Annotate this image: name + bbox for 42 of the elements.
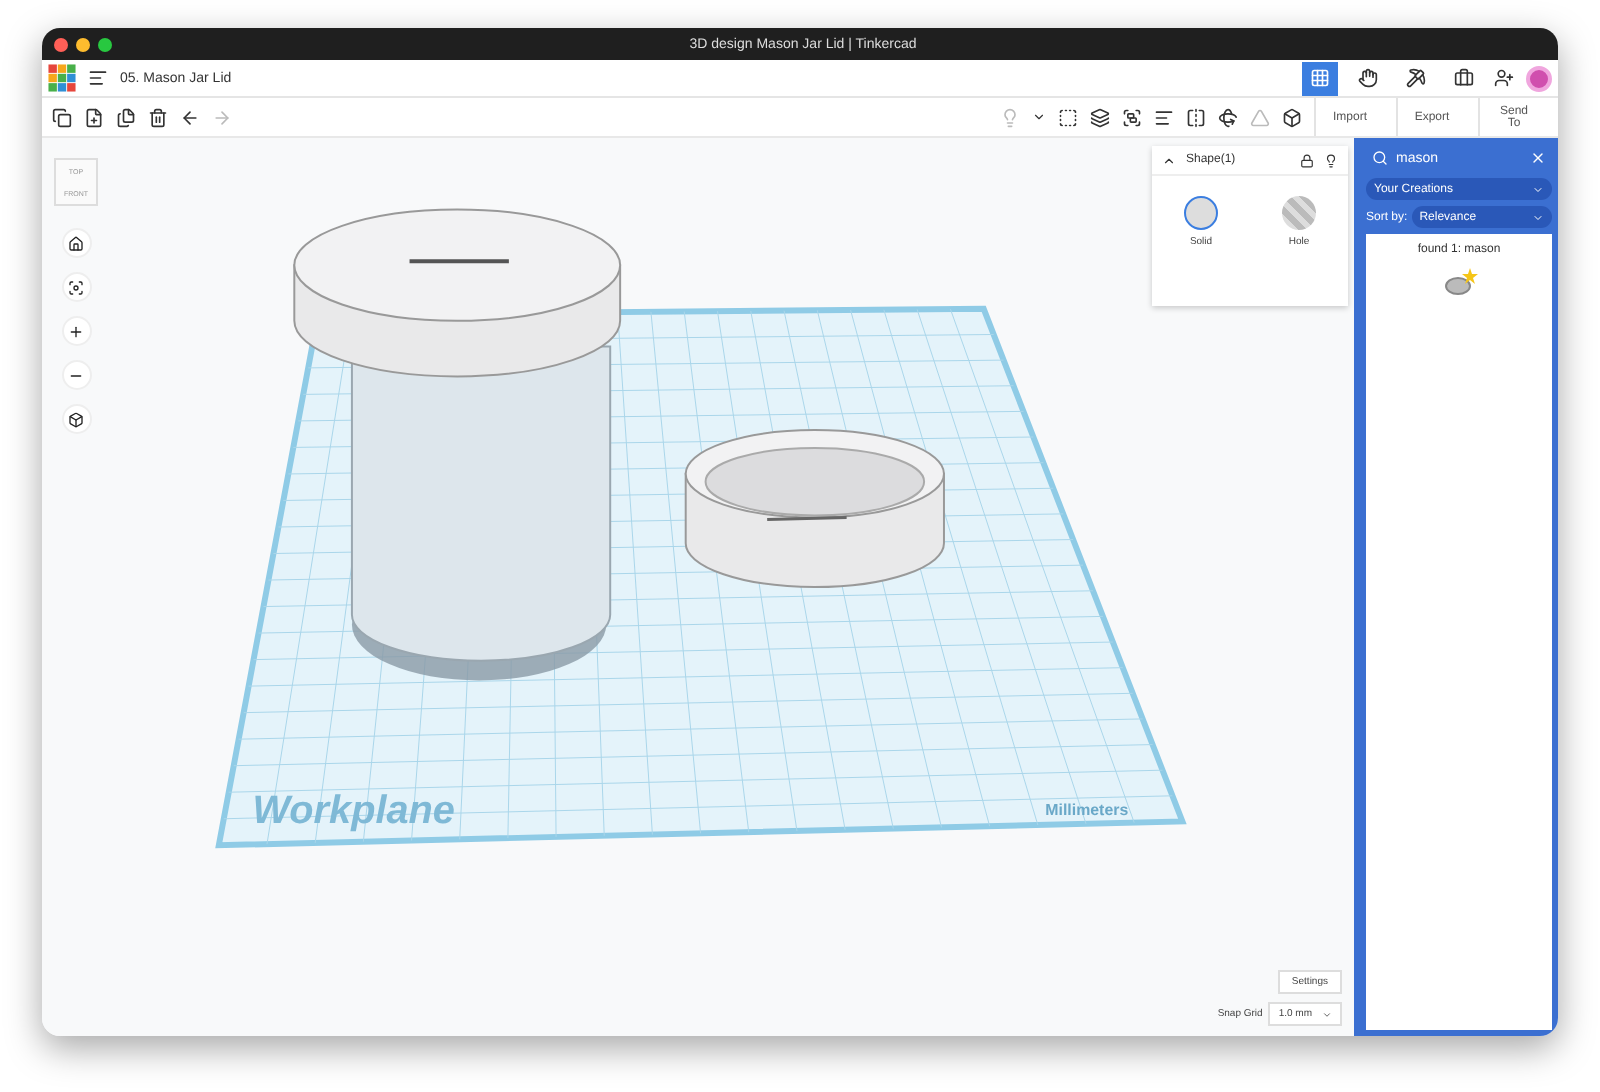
avatar[interactable] (1526, 65, 1552, 91)
collapse-icon[interactable] (1162, 153, 1176, 167)
lid-thumbnail-icon[interactable] (1441, 266, 1477, 298)
fit-view-button[interactable] (61, 272, 91, 302)
zoom-in-button[interactable] (61, 316, 91, 346)
duplicate-icon[interactable] (116, 107, 136, 127)
cube-icon (68, 411, 84, 427)
focus-icon (68, 279, 84, 295)
grid-icon (1310, 68, 1330, 88)
align-icon[interactable] (1154, 107, 1174, 127)
workplane-label: Workplane (252, 789, 455, 834)
close-icon[interactable] (1530, 150, 1546, 166)
caret-icon (1532, 211, 1544, 223)
layers-icon[interactable] (1090, 107, 1110, 127)
lock-icon[interactable] (1300, 153, 1314, 167)
paste-icon[interactable] (84, 107, 104, 127)
menu-icon[interactable] (88, 68, 108, 88)
close-button[interactable] (54, 37, 68, 51)
plus-icon (68, 323, 84, 339)
caret-icon[interactable] (1032, 110, 1046, 124)
maximize-button[interactable] (98, 37, 112, 51)
perspective-button[interactable] (61, 404, 91, 434)
ungroup-icon[interactable] (1122, 107, 1142, 127)
zoom-out-button[interactable] (61, 360, 91, 390)
caret-icon (1532, 183, 1544, 195)
add-user-icon[interactable] (1494, 68, 1514, 88)
undo-icon[interactable] (180, 107, 200, 127)
home-button[interactable] (61, 228, 91, 258)
pickaxe-icon (1406, 68, 1426, 88)
rotate-icon[interactable] (1218, 107, 1238, 127)
home-icon (68, 235, 84, 251)
units-label: Millimeters (1045, 801, 1129, 820)
trash-icon[interactable] (148, 107, 168, 127)
hand-icon (1358, 68, 1378, 88)
light-icon[interactable] (1324, 153, 1338, 167)
logo-icon[interactable] (48, 64, 76, 92)
caret-icon (1322, 1009, 1332, 1019)
minimize-button[interactable] (76, 37, 90, 51)
search-icon (1372, 150, 1388, 166)
briefcase-icon (1454, 68, 1474, 88)
copy-icon[interactable] (52, 107, 72, 127)
mirror-icon[interactable] (1186, 107, 1206, 127)
